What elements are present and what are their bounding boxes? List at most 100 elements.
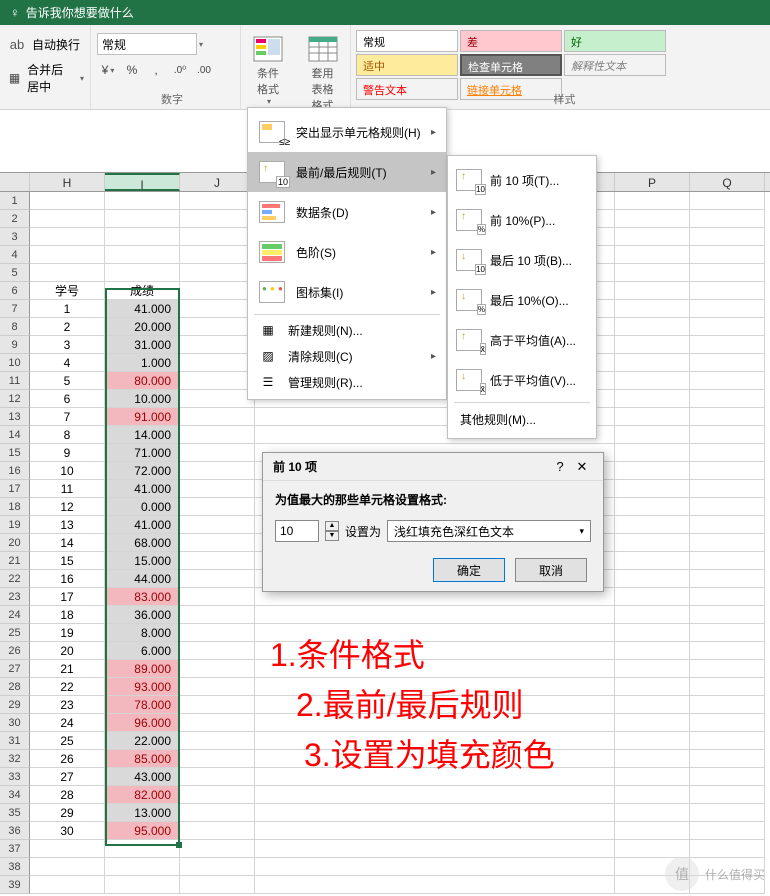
id-cell: 3 xyxy=(30,336,105,354)
manage-rules-icon: ☰ xyxy=(258,373,278,391)
wrap-text-icon[interactable]: ab xyxy=(6,33,28,55)
top10-icon: ↑10 xyxy=(456,167,482,193)
submenu-top10p[interactable]: ↑%前 10%(P)... xyxy=(448,200,596,240)
submenu-bot10p[interactable]: ↓%最后 10%(O)... xyxy=(448,280,596,320)
decrease-decimal-icon[interactable]: .00 xyxy=(193,59,215,81)
score-cell: 41.000 xyxy=(105,516,180,534)
table-row[interactable]: 39 xyxy=(0,876,770,894)
number-format-dropdown-icon[interactable]: ▾ xyxy=(199,40,203,49)
spinner-buttons[interactable]: ▲▼ xyxy=(325,521,339,541)
style-normal[interactable]: 常规 xyxy=(356,30,458,52)
score-cell: 31.000 xyxy=(105,336,180,354)
table-row[interactable]: 352913.000 xyxy=(0,804,770,822)
score-cell: 44.000 xyxy=(105,570,180,588)
score-cell: 10.000 xyxy=(105,390,180,408)
id-cell: 9 xyxy=(30,444,105,462)
menu-icon-sets[interactable]: ●●● 图标集(I) ▸ xyxy=(248,272,446,312)
cancel-button[interactable]: 取消 xyxy=(515,558,587,582)
spin-up-icon[interactable]: ▲ xyxy=(325,521,339,531)
tell-me-bar[interactable]: ♀ 告诉我你想要做什么 xyxy=(0,0,770,25)
score-cell: 78.000 xyxy=(105,696,180,714)
table-row[interactable]: 38 xyxy=(0,858,770,876)
format-dropdown[interactable]: 浅红填充色深红色文本 ▾ xyxy=(387,520,591,542)
col-p[interactable]: P xyxy=(615,173,690,191)
id-cell: 23 xyxy=(30,696,105,714)
styles-group-label: 样式 xyxy=(355,91,770,107)
menu-clear-rules[interactable]: ▨ 清除规则(C) ▸ xyxy=(248,343,446,369)
tell-me-text: 告诉我你想要做什么 xyxy=(26,4,134,21)
header-score: 成绩 xyxy=(105,282,180,300)
merge-label[interactable]: 合并后居中 xyxy=(27,61,74,95)
id-cell: 5 xyxy=(30,372,105,390)
menu-top-bottom-rules[interactable]: ↑10 最前/最后规则(T) ▸ xyxy=(248,152,446,192)
increase-decimal-icon[interactable]: .0⁰ xyxy=(169,59,191,81)
submenu-bot10[interactable]: ↓10最后 10 项(B)... xyxy=(448,240,596,280)
id-cell: 8 xyxy=(30,426,105,444)
merge-dropdown-icon[interactable]: ▾ xyxy=(80,74,84,83)
id-cell: 30 xyxy=(30,822,105,840)
number-group-label: 数字 xyxy=(97,91,247,107)
table-row[interactable]: 241836.000 xyxy=(0,606,770,624)
percent-icon[interactable]: % xyxy=(121,59,143,81)
style-good[interactable]: 好 xyxy=(564,30,666,52)
conditional-format-button[interactable]: 条件格式 ▾ xyxy=(244,29,292,110)
col-j[interactable]: J xyxy=(180,173,255,191)
score-cell: 1.000 xyxy=(105,354,180,372)
style-neutral[interactable]: 适中 xyxy=(356,54,458,76)
ok-button[interactable]: 确定 xyxy=(433,558,505,582)
style-bad[interactable]: 差 xyxy=(460,30,562,52)
submenu-above-avg[interactable]: ↑x̄高于平均值(A)... xyxy=(448,320,596,360)
col-i[interactable]: I xyxy=(105,173,180,191)
score-cell: 89.000 xyxy=(105,660,180,678)
spin-down-icon[interactable]: ▼ xyxy=(325,531,339,541)
menu-manage-rules[interactable]: ☰ 管理规则(R)... xyxy=(248,369,446,395)
currency-icon[interactable]: ¥▾ xyxy=(97,59,119,81)
table-row[interactable]: 37 xyxy=(0,840,770,858)
id-cell: 1 xyxy=(30,300,105,318)
col-q[interactable]: Q xyxy=(690,173,765,191)
score-cell: 20.000 xyxy=(105,318,180,336)
style-check-cell[interactable]: 检查单元格 xyxy=(460,54,562,76)
new-rule-icon: ▦ xyxy=(258,321,278,339)
id-cell: 16 xyxy=(30,570,105,588)
menu-color-scales[interactable]: 色阶(S) ▸ xyxy=(248,232,446,272)
wrap-text-label[interactable]: 自动换行 xyxy=(32,36,80,53)
id-cell: 18 xyxy=(30,606,105,624)
above-avg-icon: ↑x̄ xyxy=(456,327,482,353)
style-explanatory[interactable]: 解释性文本 xyxy=(564,54,666,76)
table-row[interactable]: 13791.000 xyxy=(0,408,770,426)
dialog-help-button[interactable]: ? xyxy=(549,459,571,474)
score-cell: 15.000 xyxy=(105,552,180,570)
id-cell: 22 xyxy=(30,678,105,696)
comma-icon[interactable]: , xyxy=(145,59,167,81)
data-bars-icon xyxy=(258,198,286,226)
id-cell: 26 xyxy=(30,750,105,768)
count-input[interactable] xyxy=(275,520,319,542)
merge-icon[interactable]: ▦ xyxy=(6,67,23,89)
anno-line-1: 1.条件格式 xyxy=(270,630,555,680)
score-cell: 82.000 xyxy=(105,786,180,804)
bot10-icon: ↓10 xyxy=(456,247,482,273)
submenu-below-avg[interactable]: ↓x̄低于平均值(V)... xyxy=(448,360,596,400)
menu-highlight-rules[interactable]: ≤≥ 突出显示单元格规则(H) ▸ xyxy=(248,112,446,152)
ribbon: ab 自动换行 ▦ 合并后居中 ▾ ▾ ¥▾ % , .0⁰ .00 数字 条件… xyxy=(0,25,770,110)
table-row[interactable]: 342882.000 xyxy=(0,786,770,804)
id-cell: 27 xyxy=(30,768,105,786)
table-row[interactable]: 14814.000 xyxy=(0,426,770,444)
number-format-select[interactable] xyxy=(97,33,197,55)
submenu-other-rules[interactable]: 其他规则(M)... xyxy=(448,405,596,434)
chevron-down-icon: ▾ xyxy=(579,526,584,537)
id-cell: 11 xyxy=(30,480,105,498)
score-cell: 8.000 xyxy=(105,624,180,642)
menu-new-rule[interactable]: ▦ 新建规则(N)... xyxy=(248,317,446,343)
watermark-text: 什么值得买 xyxy=(705,866,765,883)
conditional-format-menu: ≤≥ 突出显示单元格规则(H) ▸ ↑10 最前/最后规则(T) ▸ 数据条(D… xyxy=(247,107,447,400)
icon-sets-icon: ●●● xyxy=(258,278,286,306)
col-h[interactable]: H xyxy=(30,173,105,191)
menu-data-bars[interactable]: 数据条(D) ▸ xyxy=(248,192,446,232)
table-row[interactable]: 363095.000 xyxy=(0,822,770,840)
dialog-close-button[interactable]: ✕ xyxy=(571,459,593,475)
score-cell: 83.000 xyxy=(105,588,180,606)
submenu-top10[interactable]: ↑10前 10 项(T)... xyxy=(448,160,596,200)
score-cell: 72.000 xyxy=(105,462,180,480)
